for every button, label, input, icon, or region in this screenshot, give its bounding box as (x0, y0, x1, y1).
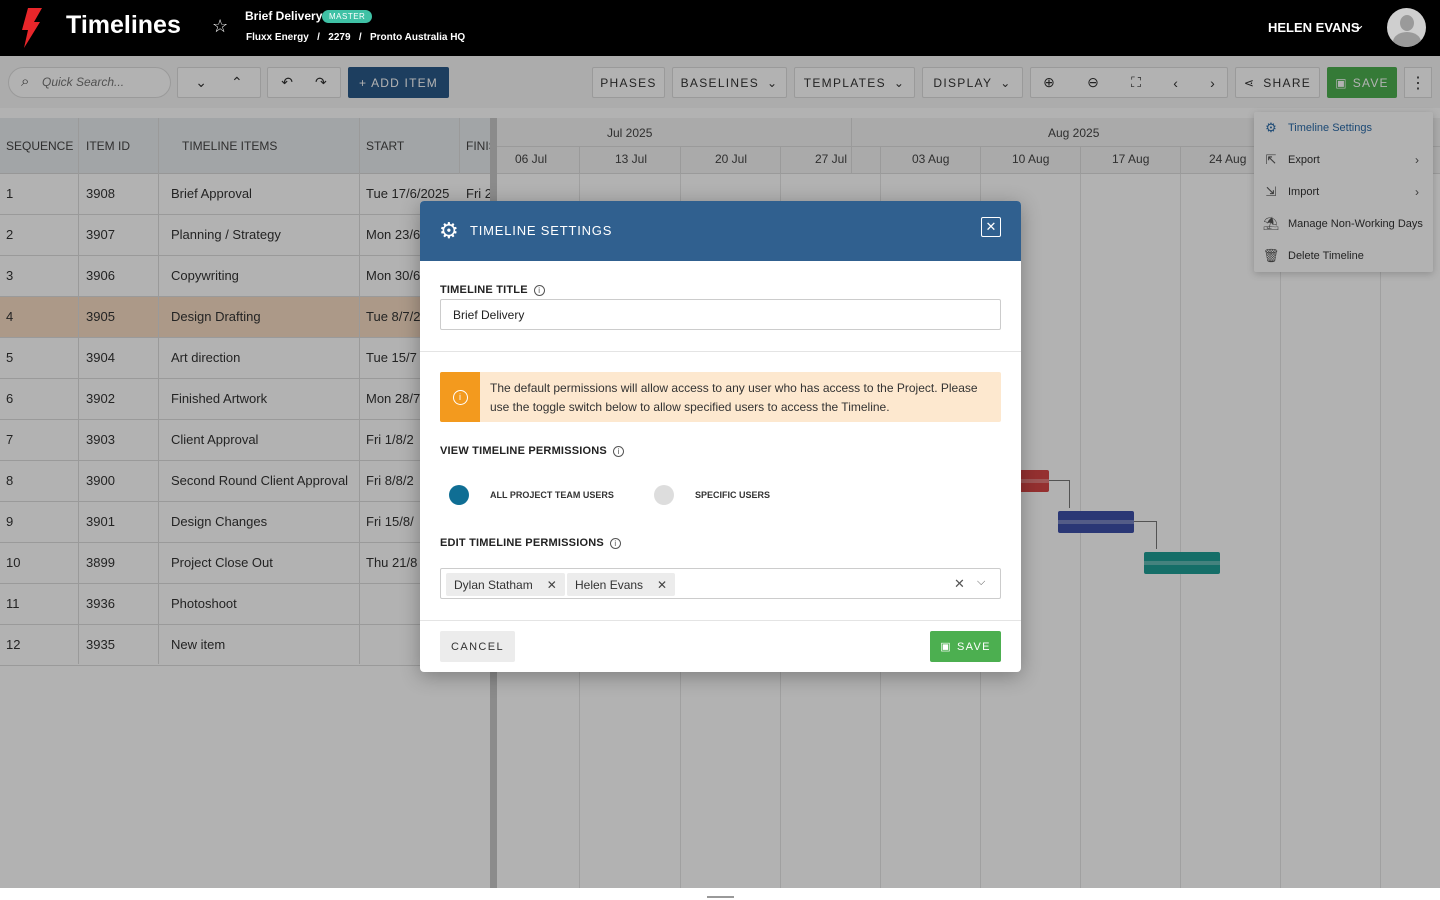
project-name: Brief Delivery (245, 9, 323, 23)
breadcrumb-job[interactable]: 2279 (328, 32, 350, 43)
clear-all-icon[interactable]: ✕ (954, 576, 965, 592)
info-icon: i (440, 372, 480, 422)
cancel-button[interactable]: CANCEL (440, 631, 515, 662)
remove-chip-icon[interactable]: ✕ (547, 578, 557, 592)
timeline-settings-modal: ⚙ TIMELINE SETTINGS ✕ TIMELINE TITLEi i … (420, 201, 1021, 672)
app-title: Timelines (66, 11, 181, 39)
breadcrumb-client[interactable]: Fluxx Energy (246, 32, 309, 43)
save-icon: ▣ (940, 641, 952, 653)
chevron-down-icon[interactable]: ⌄ (1354, 17, 1365, 33)
modal-header: ⚙ TIMELINE SETTINGS ✕ (420, 201, 1021, 261)
info-icon[interactable]: i (533, 285, 545, 296)
timeline-title-label: TIMELINE TITLE i (440, 284, 545, 296)
notice-text: The default permissions will allow acces… (490, 381, 978, 414)
avatar[interactable] (1387, 8, 1426, 47)
resize-grip[interactable] (707, 896, 734, 898)
edit-permissions-label: EDIT TIMELINE PERMISSIONS i (440, 537, 621, 549)
breadcrumb: Fluxx Energy / 2279 / Pronto Australia H… (246, 32, 465, 43)
modal-save-button[interactable]: ▣ SAVE (930, 631, 1001, 662)
star-icon[interactable]: ☆ (212, 16, 228, 37)
modal-title: TIMELINE SETTINGS (470, 223, 613, 238)
info-icon[interactable]: i (609, 538, 621, 549)
master-badge: MASTER (322, 10, 373, 23)
timeline-title-input[interactable] (440, 299, 1001, 330)
top-bar: Timelines ☆ Brief Delivery MASTER Fluxx … (0, 0, 1440, 56)
info-icon[interactable]: i (612, 446, 624, 457)
user-chip: Helen Evans ✕ (567, 573, 676, 596)
radio-label-all[interactable]: ALL PROJECT TEAM USERS (490, 490, 614, 500)
radio-specific-users[interactable] (654, 485, 674, 505)
gear-icon: ⚙ (439, 218, 459, 243)
app-logo[interactable] (18, 8, 44, 48)
chevron-down-icon[interactable]: ⌵ (977, 576, 985, 589)
remove-chip-icon[interactable]: ✕ (657, 578, 667, 592)
radio-label-specific[interactable]: SPECIFIC USERS (695, 490, 770, 500)
breadcrumb-project[interactable]: Pronto Australia HQ (370, 32, 465, 43)
user-menu-name[interactable]: HELEN EVANS (1268, 20, 1360, 35)
bottom-bar (0, 888, 1440, 900)
edit-permissions-select[interactable]: Dylan Statham ✕ Helen Evans ✕ ✕ ⌵ (440, 568, 1001, 599)
radio-all-project-team-users[interactable] (449, 485, 469, 505)
permissions-notice: i The default permissions will allow acc… (440, 372, 1001, 422)
user-chip: Dylan Statham ✕ (446, 573, 565, 596)
close-icon[interactable]: ✕ (981, 217, 1001, 237)
view-permissions-label: VIEW TIMELINE PERMISSIONS i (440, 445, 624, 457)
